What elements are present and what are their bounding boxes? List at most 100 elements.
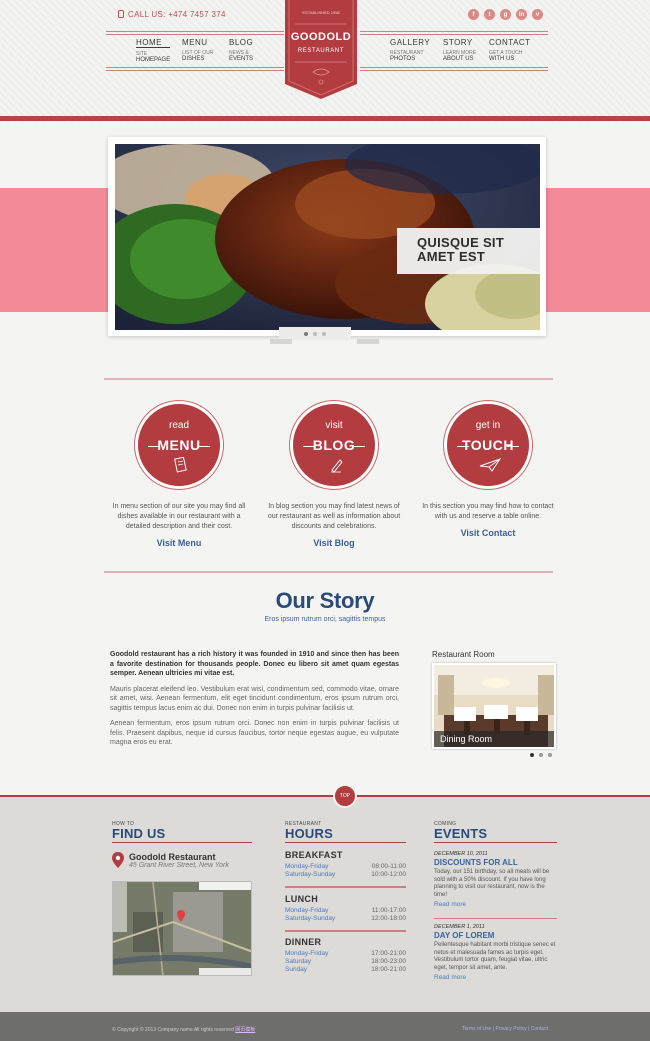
- copyright-link[interactable]: 网页模板: [235, 1027, 255, 1033]
- hours-row: Monday-Friday 11:00-17:00: [285, 907, 406, 914]
- footer-top-line: [0, 795, 650, 797]
- hours-row: Saturday-Sunday 12:00-18:00: [285, 915, 406, 922]
- story-subtitle: Eros ipsum rutrum orci, sagittis tempus: [264, 616, 386, 623]
- pencil-icon: [331, 459, 343, 473]
- nav-gallery[interactable]: GALLERY RESTAURANT PHOTOS: [390, 38, 430, 62]
- meal-dinner: DINNER Monday-Friday 17:00-21:00 Saturday…: [285, 937, 406, 974]
- visit-menu-link[interactable]: Visit Menu: [107, 538, 251, 548]
- room-dot[interactable]: [530, 753, 534, 757]
- call-us-label: CALL US: +474 7457 374: [128, 10, 226, 19]
- back-to-top-button[interactable]: TOP: [333, 784, 357, 808]
- nav-contact-sub2: WITH US: [489, 56, 515, 62]
- nav-line: [106, 34, 284, 35]
- meal-breakfast: BREAKFAST Monday-Friday 08:00-11:00 Satur…: [285, 850, 406, 888]
- event-date: DECEMBER 10, 2011: [434, 851, 488, 857]
- meal-name: LUNCH: [285, 894, 318, 904]
- hours-row: Monday-Friday 08:00-11:00: [285, 863, 406, 870]
- menu-badge-top: read: [168, 420, 189, 431]
- meal-name: DINNER: [285, 937, 322, 947]
- feature-touch: get in TOUCH In this section you may fin…: [416, 401, 560, 538]
- story-paragraph: Mauris placerat eleifend leo. Vestibulum…: [110, 685, 399, 712]
- feature-blog: visit BLOG In blog section you may find …: [262, 401, 406, 548]
- logo-sub: RESTAURANT: [297, 48, 345, 54]
- slider-dot[interactable]: [304, 331, 308, 336]
- slider-dot[interactable]: [313, 331, 317, 336]
- event-item: DECEMBER 1, 2011 DAY OF LOREM Pellentesq…: [434, 924, 557, 981]
- google-icon[interactable]: g: [500, 9, 511, 20]
- story-paragraph: Aenean fermentum, eros ipsum rutrum orci…: [110, 720, 399, 746]
- event-title[interactable]: DAY OF LOREM: [434, 931, 557, 940]
- event-title[interactable]: DISCOUNTS FOR ALL: [434, 858, 557, 867]
- room-caption: Dining Room: [434, 731, 554, 747]
- nav-blog[interactable]: BLOG NEWS & EVENTS: [229, 38, 253, 62]
- slider-dot[interactable]: [322, 331, 326, 336]
- find-us-heading: HOW TO FIND US: [112, 821, 252, 843]
- nav-contact[interactable]: CONTACT GET A TOUCH WITH US: [489, 38, 531, 62]
- satellite-map: [113, 882, 251, 975]
- nav-line: [106, 67, 284, 68]
- event-description: Today, our 151 birthday, so all meals wi…: [434, 869, 550, 898]
- hours-title: HOURS: [285, 826, 333, 841]
- read-more-link[interactable]: Read more: [434, 901, 557, 908]
- read-more-link[interactable]: Read more: [434, 974, 557, 981]
- blog-badge-top: visit: [325, 420, 343, 431]
- nav-line: [106, 31, 284, 32]
- nav-story-title: STORY: [443, 38, 473, 47]
- map-widget[interactable]: [112, 881, 252, 976]
- event-item: DECEMBER 10, 2011 DISCOUNTS FOR ALL Toda…: [434, 851, 557, 908]
- map-pin-icon: [112, 852, 124, 868]
- social-links: f t g in v: [468, 9, 543, 20]
- slider-caption: QUISQUE SIT AMET EST: [397, 228, 540, 274]
- menu-list-icon: [174, 457, 187, 473]
- touch-badge[interactable]: get in TOUCH: [444, 401, 532, 489]
- nav-line: [360, 67, 548, 68]
- restaurant-name: Goodold Restaurant: [129, 852, 216, 862]
- visit-blog-link[interactable]: Visit Blog: [262, 538, 406, 548]
- divider: [104, 378, 553, 380]
- nav-blog-sub2: EVENTS: [229, 56, 254, 62]
- nav-line: [360, 31, 548, 32]
- linkedin-icon[interactable]: in: [516, 9, 527, 20]
- nav-home[interactable]: HOME SITE HOMEPAGE: [136, 38, 171, 63]
- nav-gallery-title: GALLERY: [390, 38, 431, 47]
- room-label: Restaurant Room: [432, 650, 495, 659]
- copyright: © Copyright © 2013 Company name All righ…: [112, 1027, 256, 1033]
- feature-touch-text: In this section you may find how to cont…: [422, 503, 554, 520]
- facebook-icon[interactable]: f: [468, 9, 479, 20]
- feature-blog-text: In blog section you may find latest news…: [267, 503, 401, 530]
- pink-band-right: [546, 188, 650, 312]
- hours-row: Monday-Friday 17:00-21:00: [285, 950, 406, 957]
- call-us[interactable]: CALL US: +474 7457 374: [118, 10, 226, 19]
- find-us-title: FIND US: [112, 826, 166, 841]
- feature-menu: read MENU In menu section of our site yo…: [107, 401, 251, 548]
- event-date: DECEMBER 1, 2011: [434, 924, 485, 930]
- nav-home-sub: HOMEPAGE: [136, 57, 171, 63]
- twitter-icon[interactable]: t: [484, 9, 495, 20]
- room-dot[interactable]: [539, 753, 543, 757]
- nav-line: [106, 70, 284, 71]
- visit-contact-link[interactable]: Visit Contact: [416, 528, 560, 538]
- touch-badge-top: get in: [475, 420, 501, 431]
- menu-badge[interactable]: read MENU: [135, 401, 223, 489]
- logo-ribbon[interactable]: ESTABLISHED 1958 GOODOLD RESTAURANT: [285, 0, 357, 99]
- feature-menu-text: In menu section of our site you may find…: [112, 503, 246, 530]
- divider: [104, 571, 553, 573]
- nav-blog-title: BLOG: [229, 38, 254, 47]
- story-title: Our Story: [275, 588, 375, 613]
- nav-story-sub2: ABOUT US: [443, 56, 474, 62]
- event-divider: [434, 918, 557, 919]
- nav-menu[interactable]: MENU LIST OF OUR DISHES: [182, 38, 213, 62]
- vimeo-icon[interactable]: v: [532, 9, 543, 20]
- nav-gallery-sub2: PHOTOS: [390, 56, 416, 62]
- legal-links[interactable]: Terms of Use | Privacy Policy | Contact: [462, 1026, 548, 1032]
- room-photo[interactable]: Dining Room: [432, 663, 556, 749]
- blog-badge[interactable]: visit BLOG: [290, 401, 378, 489]
- meal-name: BREAKFAST: [285, 850, 343, 860]
- nav-story[interactable]: STORY LEARN MORE ABOUT US: [443, 38, 476, 62]
- paper-plane-icon: [479, 458, 501, 472]
- slider-stand: [270, 339, 379, 344]
- pink-band-left: [0, 188, 109, 312]
- room-pagination: [530, 753, 552, 757]
- header-bar: [0, 116, 650, 121]
- room-dot[interactable]: [548, 753, 552, 757]
